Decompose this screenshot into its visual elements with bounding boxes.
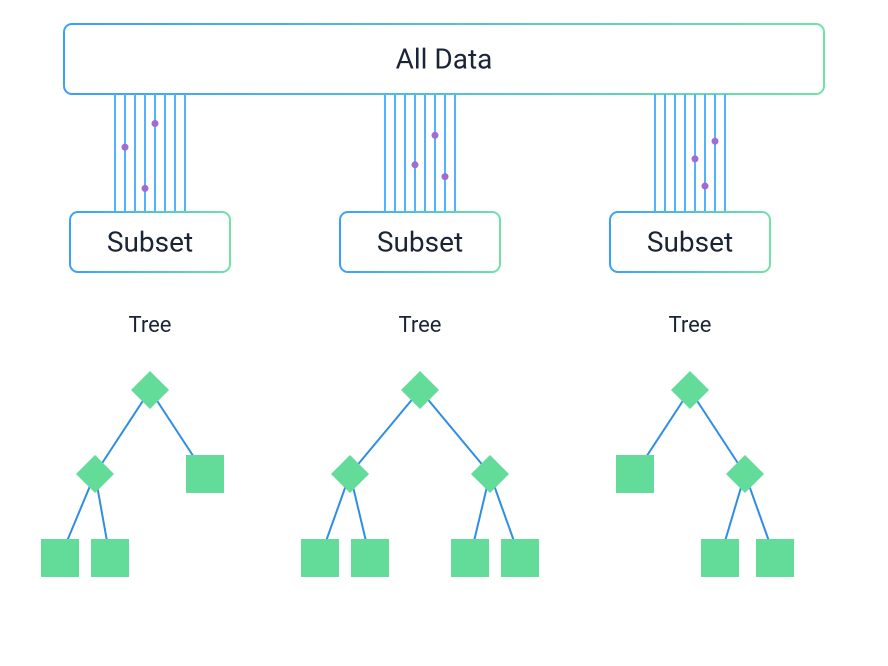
- tree-node-square: [351, 539, 389, 577]
- sample-dot: [712, 138, 719, 145]
- sample-dot: [122, 144, 129, 151]
- tree-node-square: [701, 539, 739, 577]
- tree-node-square: [451, 539, 489, 577]
- subset-label: Subset: [647, 225, 733, 258]
- tree-node-square: [756, 539, 794, 577]
- all-data-label: All Data: [396, 42, 493, 75]
- tree-label: Tree: [129, 313, 172, 338]
- sample-dot: [442, 173, 449, 180]
- sample-dot: [152, 120, 159, 127]
- tree-node-square: [301, 539, 339, 577]
- tree-label: Tree: [669, 313, 712, 338]
- tree-label: Tree: [399, 313, 442, 338]
- tree-node-square: [501, 539, 539, 577]
- tree-node-diamond: [471, 455, 509, 493]
- tree-node-square: [186, 455, 224, 493]
- tree-node-diamond: [671, 371, 709, 409]
- tree-edge: [95, 390, 150, 474]
- sample-dot: [702, 183, 709, 190]
- tree-node-diamond: [331, 455, 369, 493]
- random-forest-diagram: All Data Subset Tree Subset Tree Subset Tre…: [0, 0, 888, 666]
- subset-label: Subset: [377, 225, 463, 258]
- tree-edge: [690, 390, 745, 474]
- tree-node-square: [91, 539, 129, 577]
- subset-label: Subset: [107, 225, 193, 258]
- tree-node-diamond: [131, 371, 169, 409]
- sample-dot: [432, 132, 439, 139]
- tree-edge: [350, 390, 420, 474]
- tree-edge: [420, 390, 490, 474]
- subset-group-2: Subset Tree: [610, 94, 794, 577]
- tree-node-diamond: [401, 371, 439, 409]
- sample-dot: [692, 155, 699, 162]
- sample-dot: [412, 161, 419, 168]
- subset-group-0: Subset Tree: [41, 94, 230, 577]
- tree-node-diamond: [76, 455, 114, 493]
- tree-node-square: [41, 539, 79, 577]
- subset-group-1: Subset Tree: [301, 94, 539, 577]
- tree-node-diamond: [726, 455, 764, 493]
- sample-dot: [142, 185, 149, 192]
- tree-node-square: [616, 455, 654, 493]
